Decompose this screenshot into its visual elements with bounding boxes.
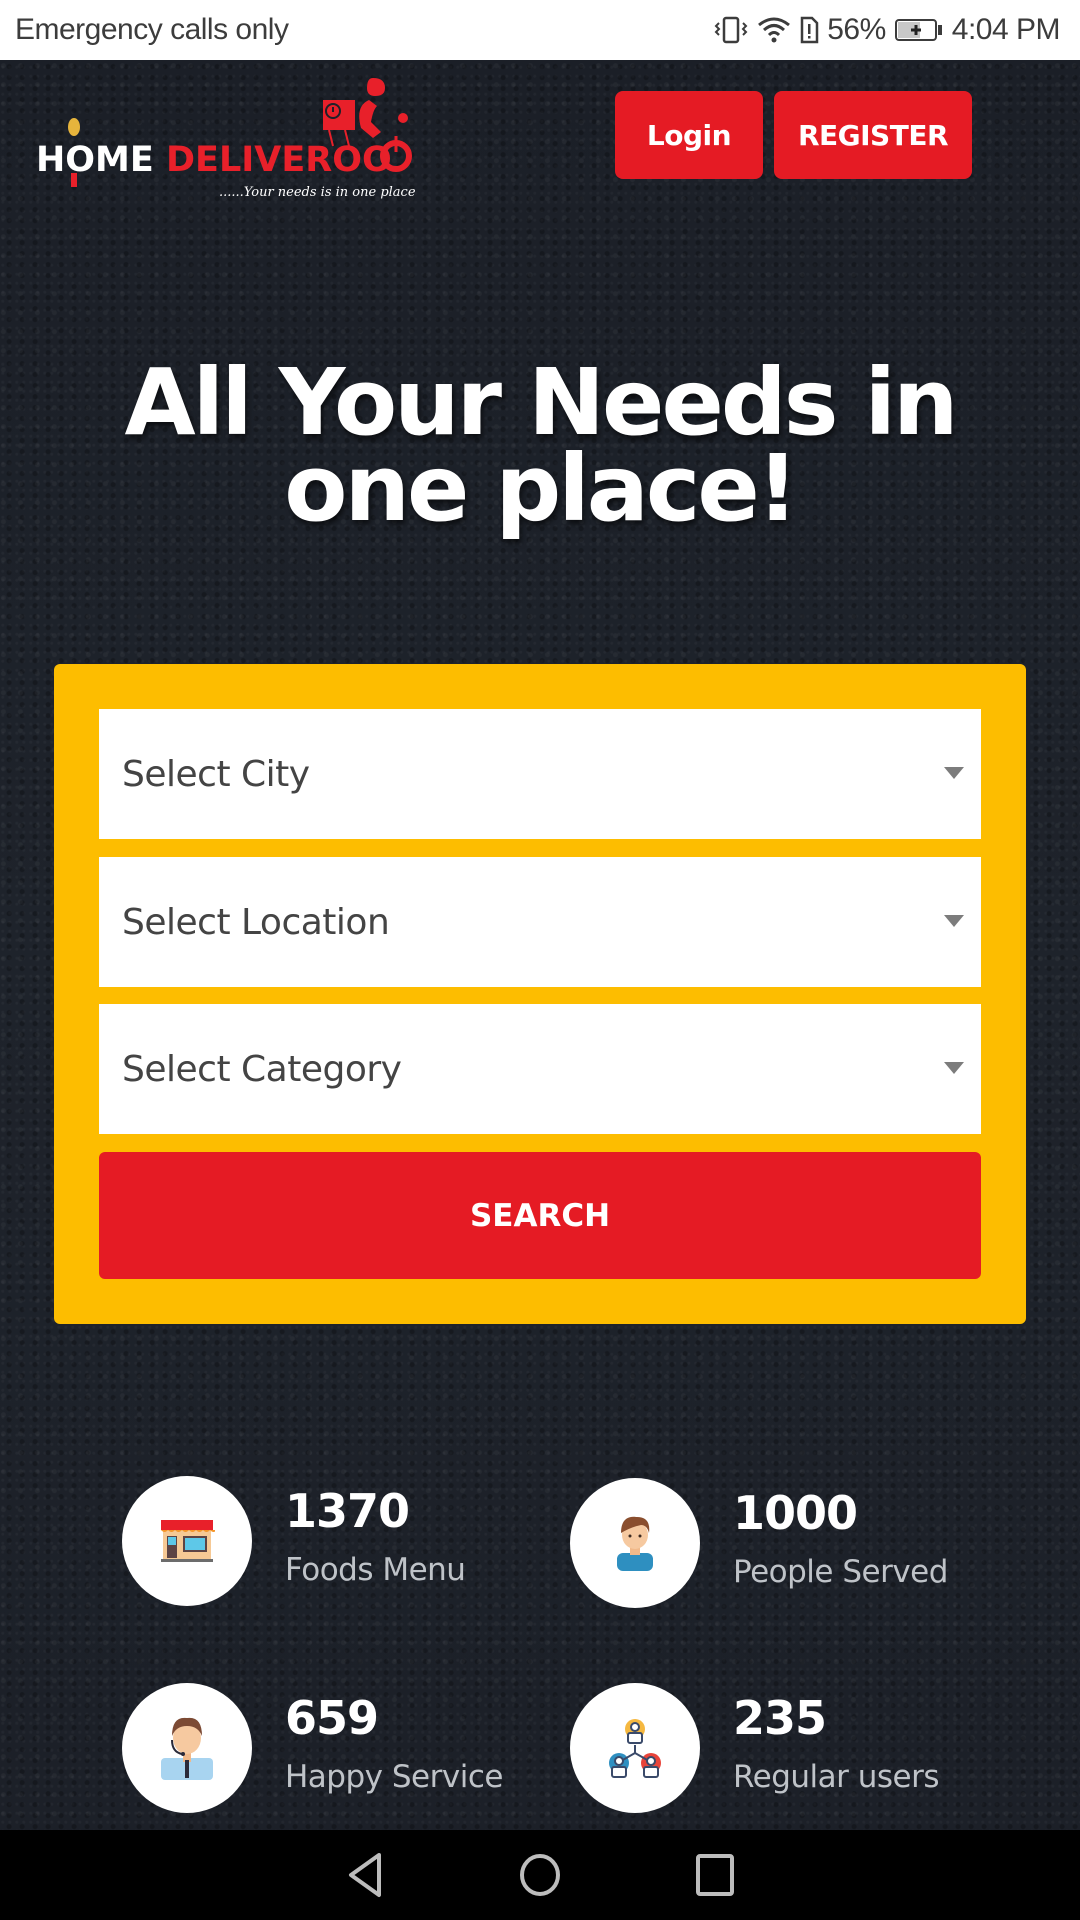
stat-value: 659 [285,1691,379,1745]
spoon-fork-icon [68,118,80,187]
stat-label: People Served [733,1554,948,1590]
battery-charging-icon [894,17,944,43]
status-icons: 56% 4:04 PM [713,13,1061,47]
logo-tagline: ......Your needs is in one place [219,185,416,200]
stat-icon-circle [122,1476,252,1606]
support-agent-icon [161,1717,213,1780]
stat-value: 1000 [733,1486,858,1540]
select-category-dropdown[interactable]: Select Category [99,1004,981,1134]
android-nav-bar [0,1830,1080,1920]
chevron-down-icon [944,915,964,927]
home-deliveroo-logo[interactable]: HOME DELIVEROO ......Your needs is in on… [36,78,416,200]
search-button[interactable]: SEARCH [99,1152,981,1279]
sim-alert-icon [799,15,819,45]
stat-label: Foods Menu [285,1552,466,1588]
vibrate-icon [713,15,749,45]
select-city-dropdown[interactable]: Select City [99,709,981,839]
status-bar: Emergency calls only 56% 4:04 PM [0,0,1080,60]
search-panel: Select City Select Location Select Categ… [54,664,1026,1324]
battery-percent: 56% [827,13,886,46]
recents-square-icon [696,1854,734,1896]
carrier-text: Emergency calls only [15,13,289,46]
hero-title: All Your Needs in one place! [0,357,1080,535]
stat-label: Happy Service [285,1759,503,1795]
nav-back-button[interactable] [335,1845,395,1905]
logo-wordmark: HOME DELIVEROO [36,140,392,180]
home-page: HOME DELIVEROO ......Your needs is in on… [0,60,1080,1830]
select-location-dropdown[interactable]: Select Location [99,857,981,987]
stat-value: 1370 [285,1484,410,1538]
stat-happy-service: 659 Happy Service [122,1683,542,1823]
stat-icon-circle [122,1683,252,1813]
select-location-placeholder: Select Location [122,901,390,943]
nav-recents-button[interactable] [685,1845,745,1905]
chevron-down-icon [944,767,964,779]
login-button[interactable]: Login [615,91,763,179]
register-button[interactable]: REGISTER [774,91,972,179]
nav-home-button[interactable] [510,1845,570,1905]
person-icon [617,1516,653,1571]
logo-word-deliveroo: DELIVEROO [165,140,392,180]
stat-foods-menu: 1370 Foods Menu [122,1476,542,1616]
stat-icon-circle [570,1478,700,1608]
hero-title-line2: one place! [284,435,798,542]
stat-people-served: 1000 People Served [570,1478,990,1618]
select-city-placeholder: Select City [122,753,310,795]
home-circle-icon [520,1854,560,1896]
store-icon [161,1520,215,1562]
stat-value: 235 [733,1691,827,1745]
select-category-placeholder: Select Category [122,1048,402,1090]
wifi-icon [757,15,791,45]
stat-icon-circle [570,1683,700,1813]
back-triangle-icon [349,1853,381,1897]
clock: 4:04 PM [951,13,1061,46]
logo-word-home: HOME [36,140,154,180]
stat-label: Regular users [733,1759,940,1795]
chevron-down-icon [944,1062,964,1074]
user-network-icon [609,1719,661,1778]
stat-regular-users: 235 Regular users [570,1683,990,1823]
